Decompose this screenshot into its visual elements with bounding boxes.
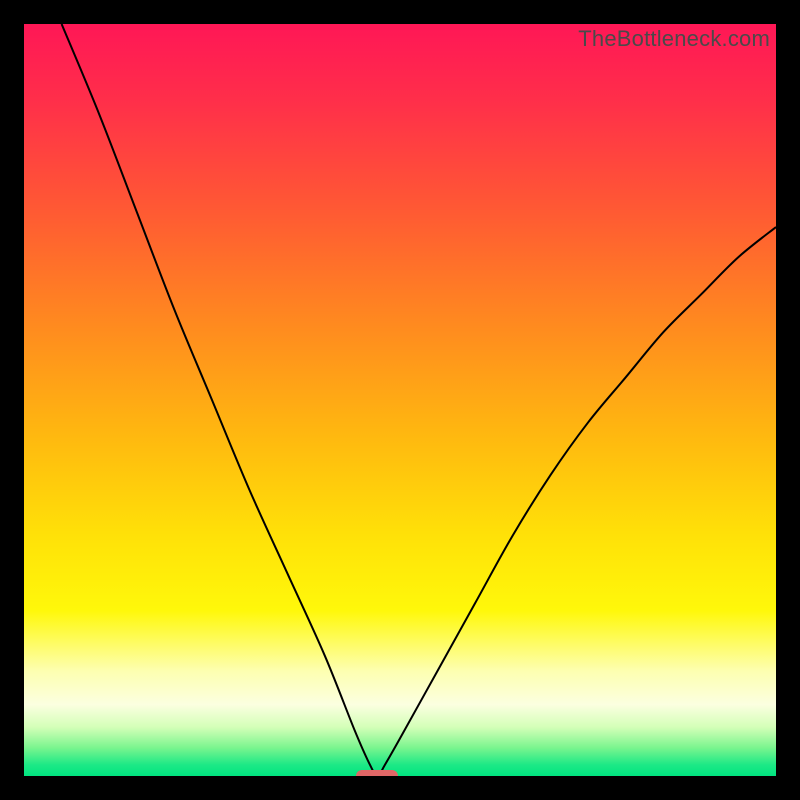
plot-area: TheBottleneck.com [24,24,776,776]
chart-frame: TheBottleneck.com [10,10,790,790]
bottleneck-curve [24,24,776,776]
optimum-marker [356,770,398,776]
